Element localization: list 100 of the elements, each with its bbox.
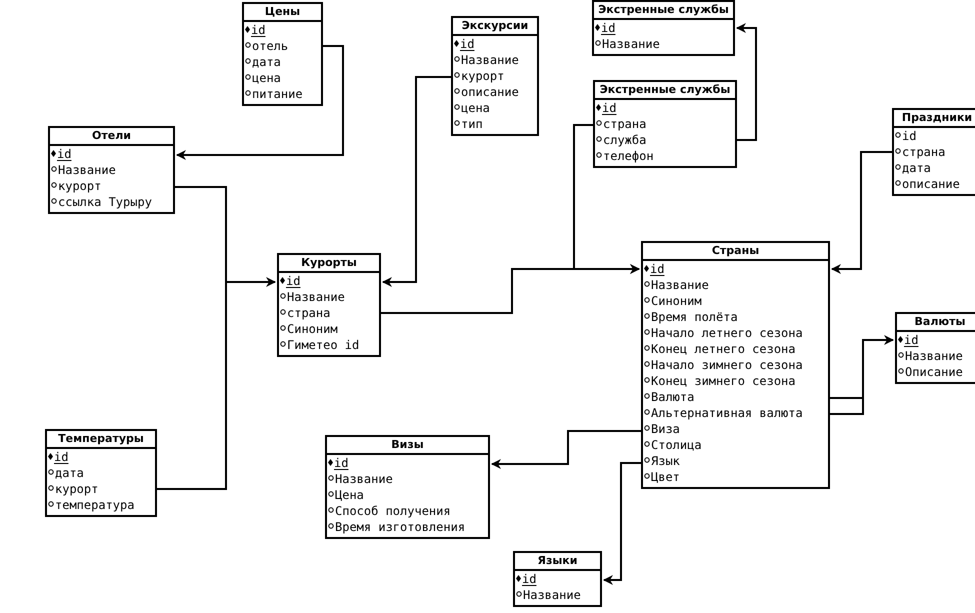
field-name: id	[334, 456, 350, 471]
circle-icon	[595, 40, 601, 46]
table-title: Экскурсии	[453, 18, 537, 36]
field-name: id	[460, 37, 476, 52]
field-name: Время изготовления	[335, 520, 466, 535]
diamond-icon	[51, 150, 56, 157]
diamond-icon	[898, 336, 903, 343]
circle-icon	[644, 441, 650, 447]
field-name: Язык	[651, 454, 680, 469]
field-name: id	[904, 333, 920, 348]
field-name: id	[902, 129, 916, 144]
diamond-icon	[245, 26, 250, 33]
table-title: Температуры	[47, 431, 155, 449]
field-name: дата	[252, 55, 281, 70]
circle-icon	[644, 361, 650, 367]
field-name: Название	[461, 53, 519, 68]
circle-icon	[644, 393, 650, 399]
field-name: Синоним	[651, 294, 702, 309]
circle-icon	[644, 425, 650, 431]
field-name: id	[601, 21, 616, 36]
field-name: Столица	[651, 438, 702, 453]
circle-icon	[454, 56, 460, 62]
field-name: Синоним	[287, 322, 338, 337]
field-name: телефон	[603, 149, 654, 164]
table-title: Курорты	[279, 255, 379, 273]
field-name: Способ получения	[335, 504, 451, 519]
field-name: id	[286, 274, 302, 289]
table-title: Визы	[327, 437, 488, 455]
field-name: Гиметео id	[287, 338, 360, 353]
circle-icon	[644, 457, 650, 463]
field-name: id	[650, 262, 666, 277]
circle-icon	[895, 164, 901, 170]
circle-icon	[644, 345, 650, 351]
circle-icon	[48, 469, 54, 475]
field-name: страна	[603, 117, 646, 132]
circle-icon	[596, 152, 602, 158]
field-name: Название	[523, 588, 581, 603]
circle-icon	[644, 329, 650, 335]
field-name: Название	[287, 290, 345, 305]
circle-icon	[644, 377, 650, 383]
circle-icon	[51, 166, 57, 172]
field-name: курорт	[461, 69, 504, 84]
field-name: цена	[252, 71, 281, 86]
field-name: id	[251, 23, 266, 38]
field-name: служба	[603, 133, 646, 148]
table-title: Экстренные службы	[595, 82, 735, 100]
field-name: Виза	[651, 422, 680, 437]
field-name: Цвет	[651, 470, 680, 485]
field-name: id	[522, 572, 538, 587]
field-name: Цена	[335, 488, 364, 503]
circle-icon	[644, 281, 650, 287]
circle-icon	[454, 120, 460, 126]
field-name: описание	[902, 177, 960, 192]
table-title: Валюты	[897, 314, 975, 332]
diamond-icon	[454, 40, 459, 47]
circle-icon	[280, 325, 286, 331]
circle-icon	[245, 90, 251, 96]
diamond-icon	[328, 459, 333, 466]
circle-icon	[280, 341, 286, 347]
circle-icon	[644, 473, 650, 479]
field-name: температура	[55, 498, 134, 513]
circle-icon	[454, 104, 460, 110]
field-name: страна	[287, 306, 330, 321]
circle-icon	[596, 136, 602, 142]
circle-icon	[48, 501, 54, 507]
circle-icon	[245, 74, 251, 80]
circle-icon	[516, 591, 522, 597]
field-name: описание	[461, 85, 519, 100]
diamond-icon	[595, 24, 600, 31]
diamond-icon	[644, 265, 649, 272]
field-name: питание	[252, 87, 303, 102]
field-name: курорт	[58, 179, 102, 194]
field-name: цена	[461, 101, 490, 116]
table-title: Страны	[643, 243, 828, 261]
field-name: id	[602, 101, 618, 116]
field-name: дата	[902, 161, 931, 176]
circle-icon	[454, 88, 460, 94]
circle-icon	[454, 72, 460, 78]
field-name: Валюта	[651, 390, 694, 405]
field-name: Название	[602, 37, 660, 52]
circle-icon	[895, 148, 901, 154]
field-name: Начало летнего сезона	[651, 326, 803, 341]
field-name: Название	[335, 472, 393, 487]
circle-icon	[280, 309, 286, 315]
circle-icon	[596, 120, 602, 126]
field-name: id	[57, 147, 72, 162]
field-name: Название	[905, 349, 963, 364]
circle-icon	[328, 523, 334, 529]
circle-icon	[51, 198, 57, 204]
field-name: ссылка Турыру	[58, 195, 152, 210]
table-title: Праздники	[894, 110, 975, 128]
field-name: id	[54, 450, 70, 465]
field-name: Начало зимнего сезона	[651, 358, 803, 373]
circle-icon	[328, 491, 334, 497]
table-title: Экстренные службы	[594, 2, 733, 20]
field-name: тип	[461, 117, 483, 132]
field-name: Название	[58, 163, 116, 178]
field-name: страна	[902, 145, 946, 160]
circle-icon	[245, 58, 251, 64]
circle-icon	[898, 368, 904, 374]
